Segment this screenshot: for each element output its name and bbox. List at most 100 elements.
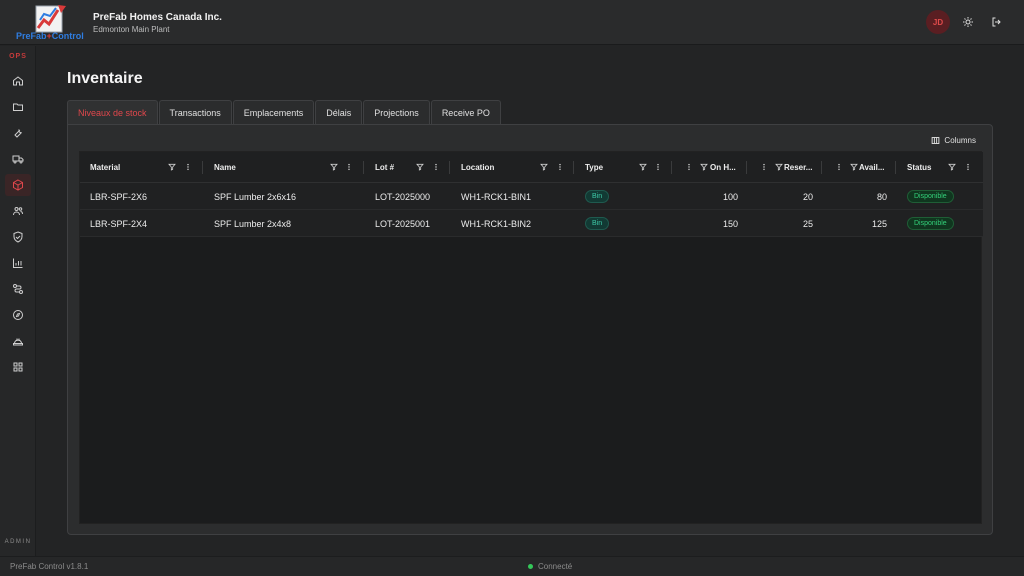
connection-dot-icon bbox=[528, 564, 533, 569]
column-menu-icon[interactable] bbox=[653, 162, 663, 172]
cell-type: Bin bbox=[585, 210, 610, 237]
column-header-type[interactable]: Type bbox=[585, 152, 603, 183]
cell-on-hand: 100 bbox=[722, 191, 738, 202]
sidebar: OPS ADMIN bbox=[0, 46, 36, 556]
tab-bar: Niveaux de stock Transactions Emplacemen… bbox=[67, 100, 502, 125]
filter-icon[interactable] bbox=[638, 162, 648, 172]
page-title: Inventaire bbox=[67, 70, 143, 87]
column-separator[interactable] bbox=[202, 161, 203, 174]
connection-status: Connecté bbox=[528, 562, 572, 571]
column-menu-icon[interactable] bbox=[555, 162, 565, 172]
column-separator[interactable] bbox=[363, 161, 364, 174]
cube-icon bbox=[13, 179, 23, 191]
sidebar-item-home[interactable] bbox=[5, 70, 31, 92]
folder-icon bbox=[13, 103, 23, 111]
status-badge: Disponible bbox=[907, 217, 954, 230]
column-separator[interactable] bbox=[746, 161, 747, 174]
column-menu-icon[interactable] bbox=[834, 162, 844, 172]
tab-receive-po[interactable]: Receive PO bbox=[430, 100, 501, 125]
column-header-on-hand[interactable]: On H... bbox=[710, 152, 736, 183]
column-menu-icon[interactable] bbox=[684, 162, 694, 172]
sidebar-item-apps[interactable] bbox=[5, 356, 31, 378]
wrench-icon bbox=[14, 129, 22, 138]
column-separator[interactable] bbox=[895, 161, 896, 174]
filter-icon[interactable] bbox=[947, 162, 957, 172]
column-separator[interactable] bbox=[671, 161, 672, 174]
apps-icon bbox=[13, 362, 23, 372]
logout-icon bbox=[992, 17, 1001, 27]
compass-icon bbox=[13, 310, 23, 320]
sidebar-section-admin: ADMIN bbox=[4, 539, 32, 545]
logo-text: PreFab+Control bbox=[16, 31, 84, 41]
filter-icon[interactable] bbox=[167, 162, 177, 172]
logout-button[interactable] bbox=[988, 13, 1006, 31]
tab-lead-times[interactable]: Délais bbox=[315, 100, 363, 125]
column-menu-icon[interactable] bbox=[963, 162, 973, 172]
column-separator[interactable] bbox=[573, 161, 574, 174]
column-header-status[interactable]: Status bbox=[907, 152, 931, 183]
column-menu-icon[interactable] bbox=[431, 162, 441, 172]
cell-on-hand: 150 bbox=[722, 218, 738, 229]
cell-lot: LOT-2025000 bbox=[375, 191, 431, 202]
chart-icon bbox=[13, 258, 23, 268]
columns-label: Columns bbox=[944, 136, 976, 145]
column-menu-icon[interactable] bbox=[759, 162, 769, 172]
cell-location: WH1-RCK1-BIN1 bbox=[461, 191, 532, 202]
tab-transactions[interactable]: Transactions bbox=[158, 100, 232, 125]
status-badge: Disponible bbox=[907, 190, 954, 203]
tab-locations[interactable]: Emplacements bbox=[232, 100, 315, 125]
sidebar-item-inventory[interactable] bbox=[5, 174, 31, 196]
user-avatar[interactable]: JD bbox=[926, 10, 950, 34]
filter-icon[interactable] bbox=[329, 162, 339, 172]
theme-toggle-button[interactable] bbox=[959, 13, 977, 31]
sidebar-item-routing[interactable] bbox=[5, 278, 31, 300]
hardhat-icon bbox=[13, 338, 23, 346]
sidebar-item-maintenance[interactable] bbox=[5, 122, 31, 144]
sidebar-item-explore[interactable] bbox=[5, 304, 31, 326]
route-icon bbox=[13, 284, 23, 294]
sidebar-item-reports[interactable] bbox=[5, 252, 31, 274]
column-header-lot[interactable]: Lot # bbox=[375, 152, 394, 183]
cell-available: 80 bbox=[876, 191, 887, 202]
filter-icon[interactable] bbox=[774, 162, 784, 172]
column-menu-icon[interactable] bbox=[183, 162, 193, 172]
app-version: PreFab Control v1.8.1 bbox=[10, 562, 89, 571]
filter-icon[interactable] bbox=[699, 162, 709, 172]
column-separator[interactable] bbox=[449, 161, 450, 174]
filter-icon[interactable] bbox=[849, 162, 859, 172]
columns-icon bbox=[932, 137, 940, 144]
cell-material: LBR-SPF-2X4 bbox=[90, 218, 148, 229]
column-separator[interactable] bbox=[821, 161, 822, 174]
inventory-grid: Material Name Lot # Location Type On H..… bbox=[79, 151, 983, 524]
sidebar-item-quality[interactable] bbox=[5, 226, 31, 248]
column-header-name[interactable]: Name bbox=[214, 152, 236, 183]
type-chip: Bin bbox=[585, 217, 610, 230]
sidebar-item-users[interactable] bbox=[5, 200, 31, 222]
cell-name: SPF Lumber 2x6x16 bbox=[214, 191, 297, 202]
column-header-available[interactable]: Avail... bbox=[859, 152, 885, 183]
stock-panel: Columns Material Name Lot # Location Typ… bbox=[67, 124, 993, 535]
company-name: PreFab Homes Canada Inc. bbox=[93, 12, 222, 23]
plant-name: Edmonton Main Plant bbox=[93, 25, 170, 34]
cell-reserved: 25 bbox=[802, 218, 813, 229]
column-header-reserved[interactable]: Reser... bbox=[784, 152, 812, 183]
sidebar-item-projects[interactable] bbox=[5, 96, 31, 118]
filter-icon[interactable] bbox=[539, 162, 549, 172]
tab-projections[interactable]: Projections bbox=[363, 100, 430, 125]
sidebar-item-shipping[interactable] bbox=[5, 148, 31, 170]
shield-icon bbox=[13, 231, 23, 243]
filter-icon[interactable] bbox=[415, 162, 425, 172]
column-menu-icon[interactable] bbox=[344, 162, 354, 172]
cell-available: 125 bbox=[871, 218, 887, 229]
columns-button[interactable]: Columns bbox=[931, 136, 976, 145]
type-chip: Bin bbox=[585, 190, 610, 203]
tab-stock-levels[interactable]: Niveaux de stock bbox=[67, 100, 158, 125]
column-header-location[interactable]: Location bbox=[461, 152, 494, 183]
cell-material: LBR-SPF-2X6 bbox=[90, 191, 148, 202]
table-row[interactable]: LBR-SPF-2X4 SPF Lumber 2x4x8 LOT-2025001… bbox=[80, 210, 983, 237]
table-row[interactable]: LBR-SPF-2X6 SPF Lumber 2x6x16 LOT-202500… bbox=[80, 183, 983, 210]
column-header-material[interactable]: Material bbox=[90, 152, 120, 183]
grid-header: Material Name Lot # Location Type On H..… bbox=[80, 152, 983, 183]
sidebar-item-safety[interactable] bbox=[5, 330, 31, 352]
connection-label: Connecté bbox=[538, 562, 573, 571]
